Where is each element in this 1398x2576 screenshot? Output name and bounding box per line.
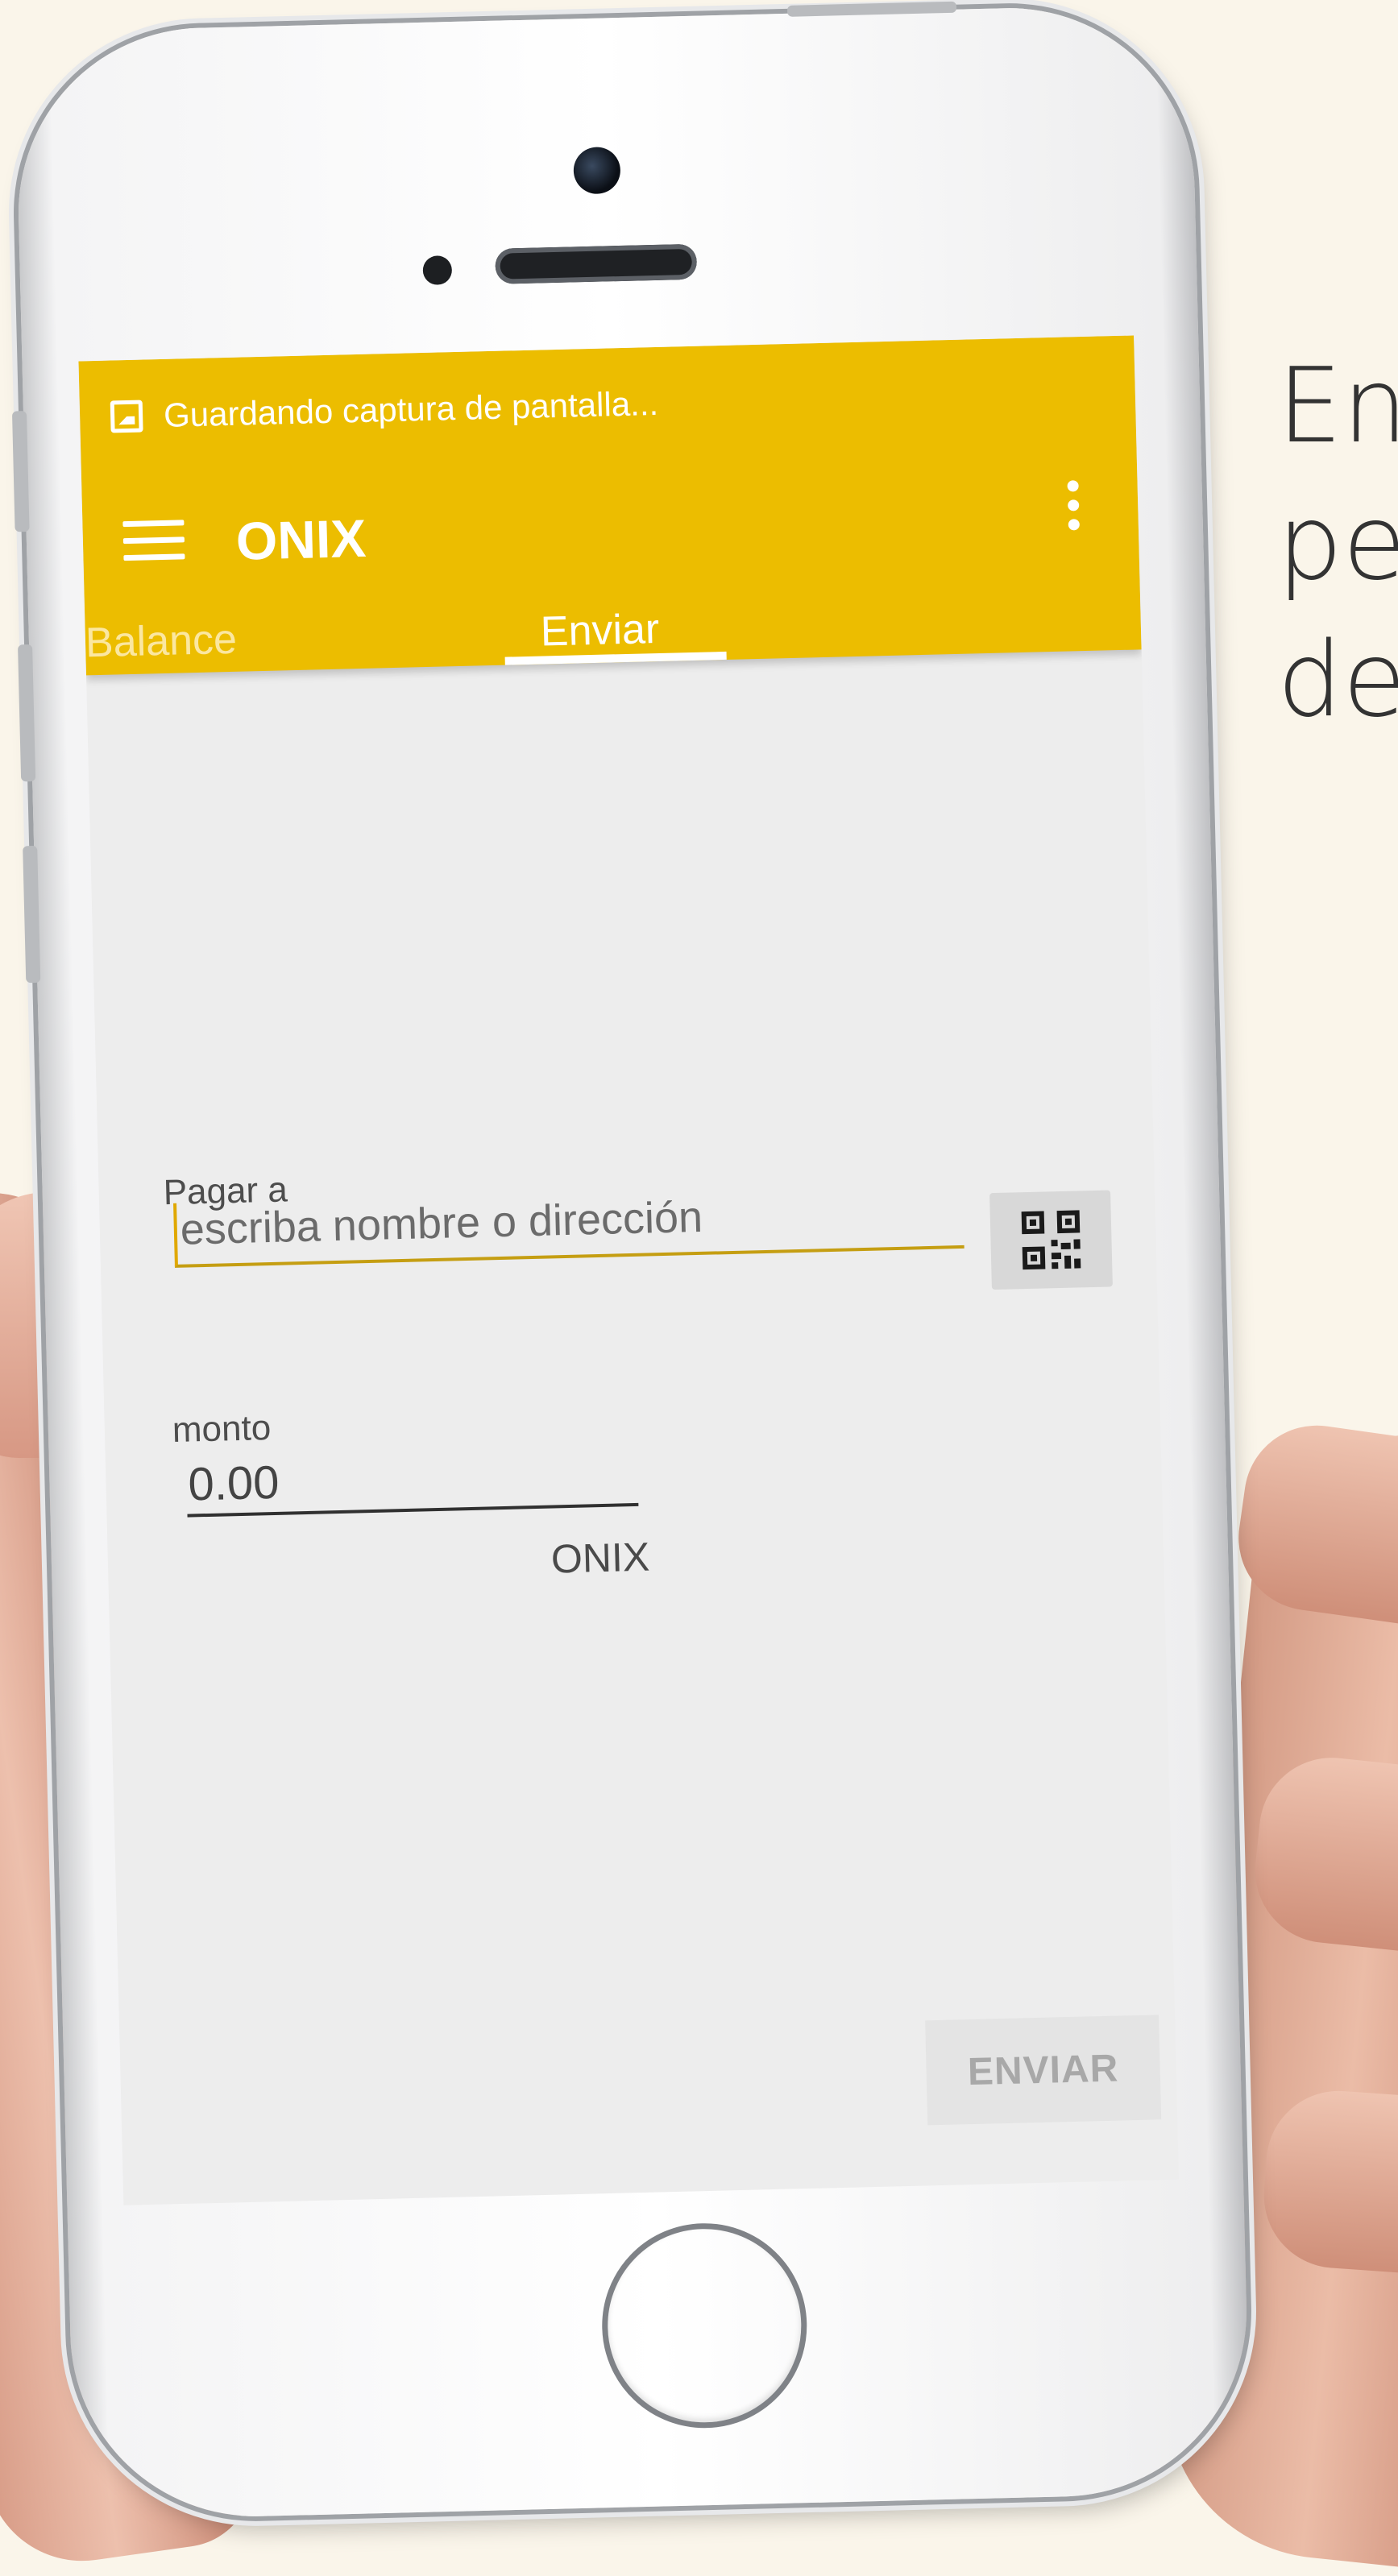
volume-up-button [18, 644, 36, 782]
proximity-sensor [422, 255, 453, 285]
currency-unit: ONIX [550, 1534, 650, 1582]
phone-device: Guardando captura de pantalla... ONIX Ba… [11, 1, 1251, 2521]
status-notification-text: Guardando captura de pantalla... [163, 383, 659, 434]
top-button [786, 1, 957, 17]
amount-label: monto [172, 1408, 272, 1451]
volume-down-button [23, 845, 41, 984]
mute-switch [11, 411, 30, 532]
promo-line-3: des [1277, 620, 1398, 740]
scan-qr-button[interactable] [989, 1190, 1113, 1290]
amount-input[interactable] [185, 1443, 639, 1518]
qr-code-icon [1021, 1210, 1081, 1270]
image-icon [110, 400, 143, 433]
promo-text: Env peq des [1277, 338, 1398, 749]
more-vertical-icon[interactable] [1064, 480, 1082, 545]
tab-balance[interactable]: Balance [85, 615, 237, 668]
hamburger-menu-icon[interactable] [122, 520, 185, 566]
pay-to-input[interactable] [173, 1183, 964, 1268]
app-bar: Guardando captura de pantalla... ONIX Ba… [78, 335, 1142, 676]
send-button[interactable]: ENVIAR [925, 2015, 1162, 2126]
tab-indicator [504, 651, 727, 665]
status-notification: Guardando captura de pantalla... [110, 379, 659, 441]
tab-enviar[interactable]: Enviar [540, 605, 660, 656]
promo-line-2: peq [1277, 483, 1398, 603]
app-title: ONIX [235, 507, 367, 571]
front-camera [573, 146, 621, 195]
earpiece-speaker [495, 243, 698, 284]
phone-screen: Guardando captura de pantalla... ONIX Ba… [78, 335, 1180, 2205]
promo-line-1: Env [1277, 346, 1398, 466]
home-button[interactable] [599, 2221, 810, 2431]
